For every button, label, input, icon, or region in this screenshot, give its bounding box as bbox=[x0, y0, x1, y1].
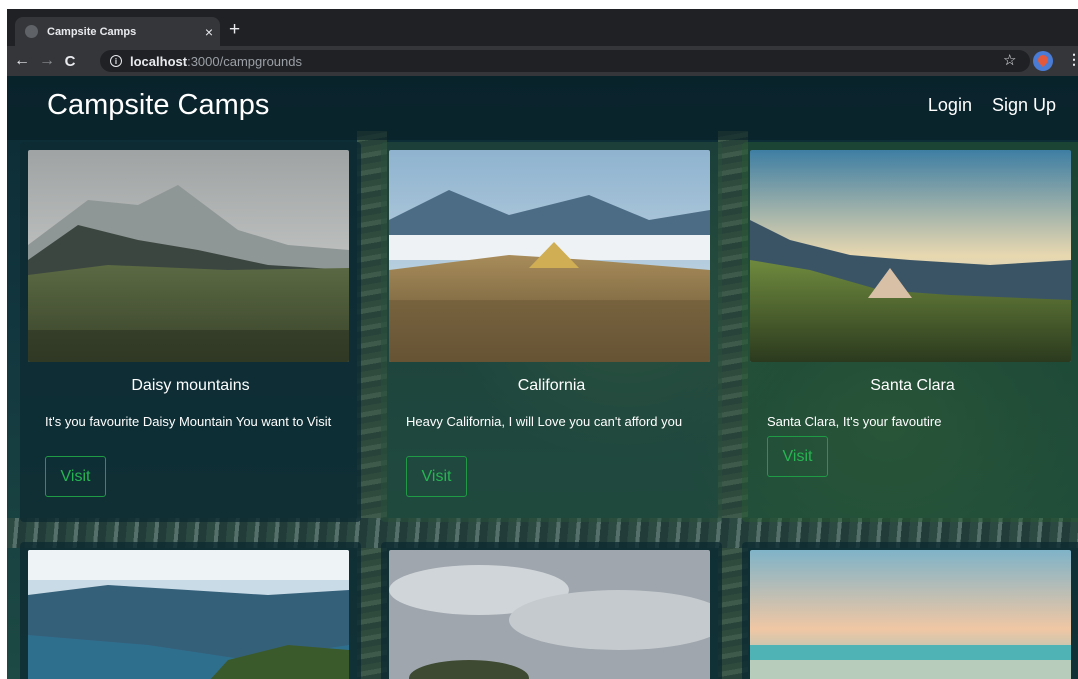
card-description: Heavy California, I will Love you can't … bbox=[406, 414, 683, 429]
card-description: Santa Clara, It's your favoutire bbox=[767, 414, 942, 429]
campground-image bbox=[389, 150, 710, 362]
nav-links: Login Sign Up bbox=[928, 95, 1056, 116]
visit-button[interactable]: Visit bbox=[406, 456, 467, 497]
back-icon[interactable]: ← bbox=[12, 52, 32, 70]
campground-card: Daisy mountains It's you favourite Daisy… bbox=[20, 142, 361, 522]
close-tab-icon[interactable]: × bbox=[198, 24, 220, 40]
brand-logo[interactable]: Campsite Camps bbox=[47, 89, 269, 122]
campground-image bbox=[28, 550, 349, 679]
reload-icon[interactable]: C bbox=[60, 53, 80, 70]
campground-card: Santa Clara Santa Clara, It's your favou… bbox=[742, 142, 1078, 522]
browser-toolbar: ← → C i localhost :3000/campgrounds ☆ ⋮ bbox=[7, 46, 1078, 76]
signup-link[interactable]: Sign Up bbox=[992, 95, 1056, 116]
card-description: It's you favourite Daisy Mountain You wa… bbox=[45, 414, 332, 429]
bookmark-star-icon[interactable]: ☆ bbox=[1003, 51, 1016, 69]
browser-window: Campsite Camps × + ← → C i localhost :30… bbox=[7, 9, 1078, 679]
card-title: California bbox=[517, 377, 586, 394]
new-tab-icon[interactable]: + bbox=[229, 19, 240, 41]
login-link[interactable]: Login bbox=[928, 95, 972, 116]
page-viewport: Campsite Camps Login Sign Up Daisy mount… bbox=[7, 76, 1078, 679]
site-navbar: Campsite Camps Login Sign Up bbox=[7, 76, 1078, 140]
url-path: :3000/campgrounds bbox=[187, 53, 302, 69]
address-bar[interactable]: i localhost :3000/campgrounds bbox=[100, 50, 1030, 72]
card-title: Santa Clara bbox=[870, 377, 955, 394]
forward-icon[interactable]: → bbox=[37, 52, 57, 70]
favicon-icon bbox=[25, 25, 38, 38]
info-icon[interactable]: i bbox=[110, 55, 122, 67]
tab-title: Campsite Camps bbox=[47, 25, 137, 38]
campground-image bbox=[750, 550, 1071, 679]
visit-button[interactable]: Visit bbox=[767, 436, 828, 477]
campground-card: California Heavy California, I will Love… bbox=[381, 142, 722, 522]
campground-image bbox=[389, 550, 710, 679]
profile-avatar[interactable] bbox=[1033, 51, 1053, 71]
campground-card bbox=[381, 542, 722, 679]
campground-image bbox=[28, 150, 349, 362]
campground-card bbox=[742, 542, 1078, 679]
campground-card bbox=[20, 542, 361, 679]
visit-button[interactable]: Visit bbox=[45, 456, 106, 497]
card-title: Daisy mountains bbox=[131, 377, 250, 394]
browser-menu-icon[interactable]: ⋮ bbox=[1067, 51, 1078, 68]
browser-tab[interactable]: Campsite Camps × bbox=[15, 17, 220, 46]
campground-image bbox=[750, 150, 1071, 362]
tab-strip: Campsite Camps × + bbox=[7, 9, 1078, 46]
url-host: localhost bbox=[130, 53, 188, 69]
